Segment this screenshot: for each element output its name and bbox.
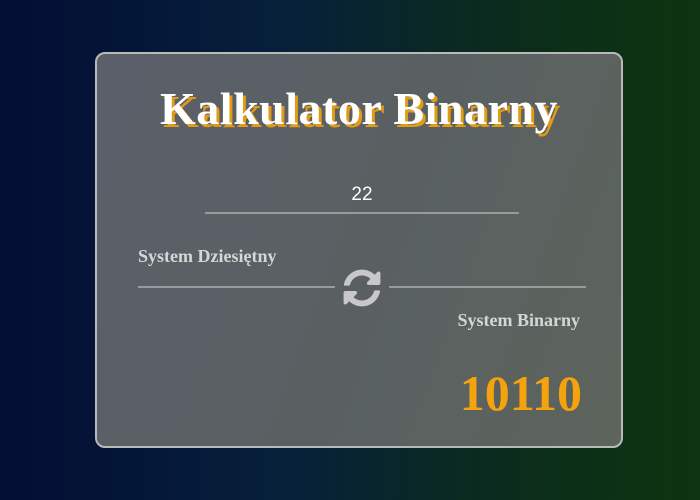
calculator-card: Kalkulator Binarny System Dziesiętny Sys…	[95, 52, 623, 448]
source-system-label: System Dziesiętny	[138, 246, 277, 266]
conversion-result: 10110	[459, 365, 582, 421]
swap-systems-button[interactable]	[341, 267, 383, 309]
page-title: Kalkulator Binarny	[160, 83, 558, 134]
divider-left	[138, 286, 335, 288]
number-input-wrapper	[205, 178, 519, 214]
refresh-icon	[343, 269, 381, 307]
number-input[interactable]	[205, 178, 519, 212]
target-system-label: System Binarny	[457, 310, 580, 330]
divider-right	[389, 286, 586, 288]
